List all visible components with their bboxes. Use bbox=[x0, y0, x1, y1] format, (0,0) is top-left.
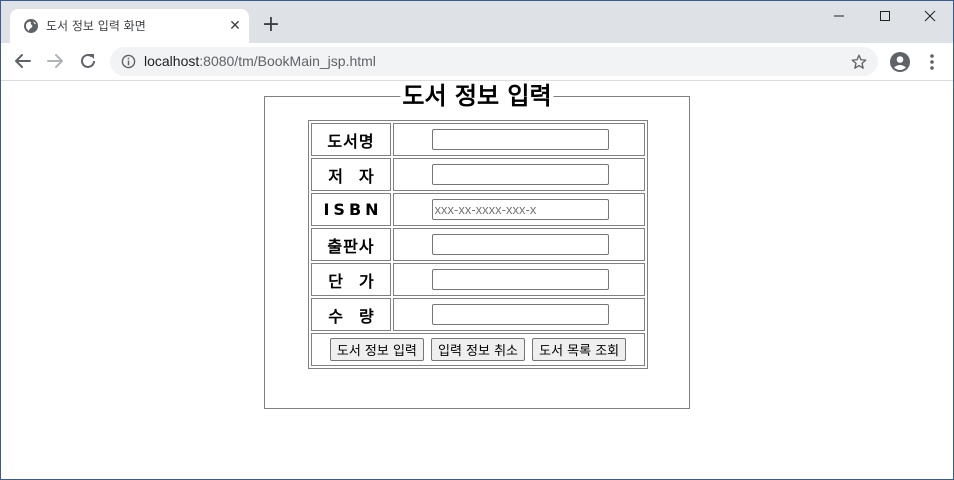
tab-title: 도서 정보 입력 화면 bbox=[46, 19, 146, 33]
url-host: localhost bbox=[144, 53, 200, 69]
table-row: 도서명 bbox=[311, 123, 645, 156]
publisher-label: 출판사 bbox=[311, 228, 391, 261]
author-label-cell: 저자 bbox=[311, 158, 391, 191]
book-input-table: 도서명 저자 ISBN xxx-xx-xxxx-xxx-x 출판사 단가 수량 … bbox=[308, 120, 648, 369]
table-row: 도서 정보 입력 입력 정보 취소 도서 목록 조회 bbox=[311, 333, 645, 366]
tab-strip: 도서 정보 입력 화면 ✕ + bbox=[1, 1, 953, 43]
minimize-button[interactable] bbox=[816, 1, 862, 31]
browser-toolbar: localhost:8080/tm/BookMain_jsp.html bbox=[1, 43, 953, 81]
forward-arrow-icon[interactable] bbox=[43, 49, 67, 73]
close-window-button[interactable] bbox=[907, 1, 953, 31]
table-row: 저자 bbox=[311, 158, 645, 191]
table-row: 단가 bbox=[311, 263, 645, 296]
quantity-label-cell: 수량 bbox=[311, 298, 391, 331]
title-label: 도서명 bbox=[311, 123, 391, 156]
book-form: 도서 정보 입력 도서명 저자 ISBN xxx-xx-xxxx-xxx-x 출… bbox=[264, 81, 690, 409]
table-row: 수량 bbox=[311, 298, 645, 331]
price-label: 단가 bbox=[328, 271, 390, 291]
publisher-cell bbox=[393, 228, 645, 261]
author-cell bbox=[393, 158, 645, 191]
globe-icon bbox=[23, 18, 39, 34]
isbn-label: ISBN bbox=[323, 200, 383, 219]
browser-tab[interactable]: 도서 정보 입력 화면 ✕ bbox=[10, 9, 249, 43]
table-row: 출판사 bbox=[311, 228, 645, 261]
page-content: 도서 정보 입력 도서명 저자 ISBN xxx-xx-xxxx-xxx-x 출… bbox=[1, 81, 953, 479]
price-label-cell: 단가 bbox=[311, 263, 391, 296]
maximize-button[interactable] bbox=[862, 1, 908, 31]
close-icon bbox=[924, 10, 936, 22]
profile-icon[interactable] bbox=[889, 51, 911, 73]
table-row: ISBN bbox=[311, 193, 645, 226]
book-list-button[interactable]: 도서 목록 조회 bbox=[532, 338, 627, 361]
reload-icon[interactable] bbox=[76, 49, 100, 73]
author-label: 저자 bbox=[328, 166, 390, 186]
isbn-input[interactable] bbox=[431, 199, 609, 220]
new-tab-button[interactable]: + bbox=[260, 14, 282, 36]
price-cell bbox=[393, 263, 645, 296]
url-path: :8080/tm/BookMain_jsp.html bbox=[199, 53, 376, 69]
star-icon[interactable] bbox=[850, 53, 868, 71]
url-text: localhost:8080/tm/BookMain_jsp.html bbox=[144, 53, 376, 70]
title-input[interactable] bbox=[431, 129, 609, 150]
cancel-input-button[interactable]: 입력 정보 취소 bbox=[430, 338, 526, 361]
address-bar[interactable]: localhost:8080/tm/BookMain_jsp.html bbox=[110, 47, 878, 76]
button-row: 도서 정보 입력 입력 정보 취소 도서 목록 조회 bbox=[311, 333, 645, 366]
title-cell bbox=[393, 123, 645, 156]
quantity-label: 수량 bbox=[328, 306, 390, 326]
submit-book-button[interactable]: 도서 정보 입력 bbox=[329, 338, 424, 361]
browser-window: 도서 정보 입력 화면 ✕ + localhost:8080/tm/BookMa… bbox=[0, 0, 954, 480]
publisher-input[interactable] bbox=[431, 234, 609, 255]
quantity-input[interactable] bbox=[431, 304, 609, 325]
isbn-cell bbox=[393, 193, 645, 226]
price-input[interactable] bbox=[431, 269, 609, 290]
maximize-icon bbox=[880, 11, 890, 21]
minimize-icon bbox=[834, 15, 844, 17]
form-legend: 도서 정보 입력 bbox=[400, 81, 554, 111]
tab-close-icon[interactable]: ✕ bbox=[228, 19, 242, 33]
info-icon[interactable] bbox=[121, 54, 136, 69]
author-input[interactable] bbox=[431, 164, 609, 185]
quantity-cell bbox=[393, 298, 645, 331]
isbn-label-cell: ISBN bbox=[311, 193, 391, 226]
back-arrow-icon[interactable] bbox=[11, 49, 35, 73]
menu-icon[interactable] bbox=[923, 52, 941, 72]
